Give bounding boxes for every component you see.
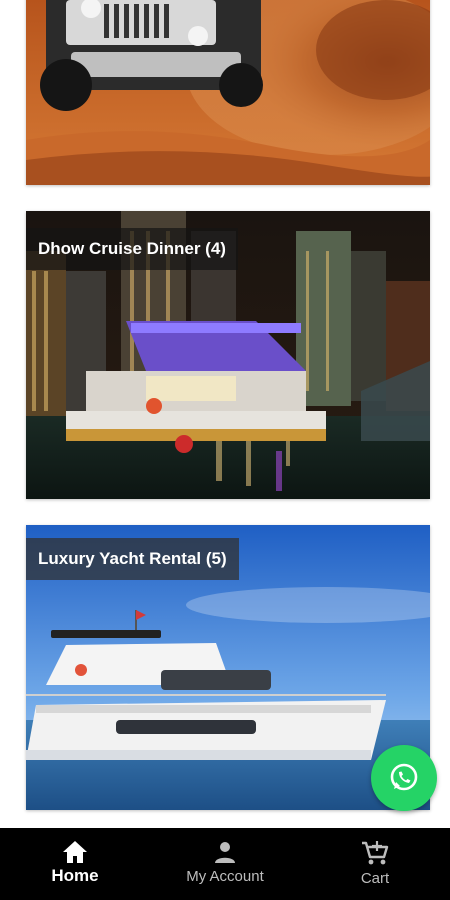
category-card-luxury-yacht[interactable]: Luxury Yacht Rental (5) <box>26 525 430 810</box>
cart-icon <box>362 841 389 865</box>
nav-home-label: Home <box>51 866 99 885</box>
category-title: Dhow Cruise Dinner (4) <box>26 228 238 270</box>
whatsapp-icon <box>390 763 418 791</box>
whatsapp-button[interactable] <box>371 745 437 811</box>
desert-safari-image <box>26 0 430 185</box>
nav-cart[interactable]: Cart <box>300 828 450 900</box>
home-icon <box>63 841 87 863</box>
category-card-dhow-cruise[interactable]: Dhow Cruise Dinner (4) <box>26 211 430 499</box>
bottom-navigation: Home My Account Cart <box>0 828 450 900</box>
nav-home[interactable]: Home <box>0 828 150 900</box>
category-feed[interactable]: Dhow Cruise Dinner (4) Luxury Yacht Rent… <box>0 0 450 828</box>
category-card-desert-safari[interactable] <box>26 0 430 185</box>
nav-cart-label: Cart <box>360 870 390 887</box>
person-icon <box>215 842 235 863</box>
nav-account-label: My Account <box>186 868 264 885</box>
category-title: Luxury Yacht Rental (5) <box>26 538 239 580</box>
nav-my-account[interactable]: My Account <box>150 828 300 900</box>
